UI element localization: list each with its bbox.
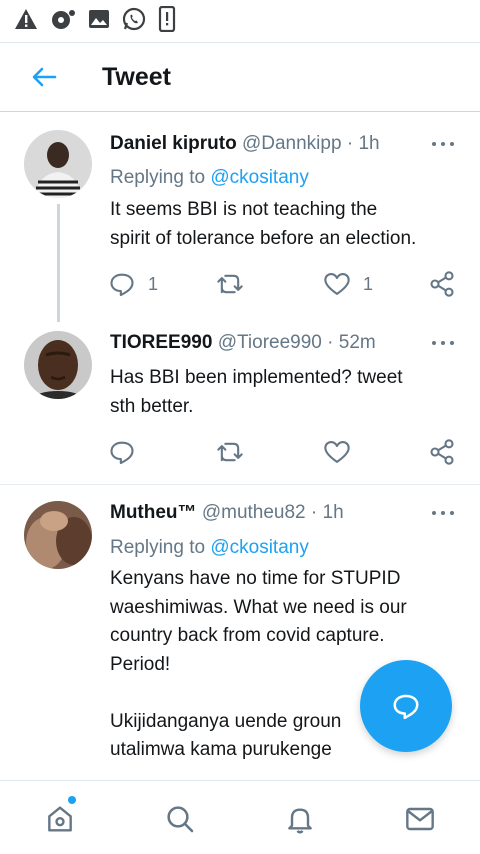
- separator: ·: [346, 133, 354, 154]
- tweet-line: sth better.: [110, 395, 194, 417]
- display-name[interactable]: Mutheu™: [110, 502, 197, 523]
- phone-alert-icon: [158, 6, 176, 32]
- replying-to: Replying to @ckositany: [110, 167, 309, 189]
- separator: ·: [310, 502, 318, 523]
- replying-to-label: Replying to: [110, 167, 206, 188]
- messages-icon: [406, 807, 434, 831]
- reply-icon: [110, 273, 134, 297]
- display-name[interactable]: TIOREE990: [110, 332, 212, 353]
- replying-to-mention[interactable]: @ckositany: [210, 167, 309, 188]
- tweet-1[interactable]: Daniel kipruto @Dannkipp · 1h Replying t…: [0, 112, 480, 324]
- tweet-text: Has BBI been implemented? tweet sth bett…: [110, 364, 460, 421]
- replying-to: Replying to @ckositany: [110, 537, 309, 559]
- notifications-icon: [288, 808, 312, 834]
- timestamp: 1h: [358, 133, 380, 154]
- user-handle[interactable]: @Tioree990: [218, 332, 322, 353]
- avatar[interactable]: [24, 331, 92, 399]
- app-header: Tweet: [0, 42, 480, 112]
- search-icon: [167, 806, 194, 833]
- tweet-line: spirit of tolerance before an election.: [110, 227, 417, 249]
- retweet-button[interactable]: [216, 269, 244, 299]
- arrow-left-icon: [32, 67, 57, 87]
- share-icon: [430, 439, 454, 465]
- back-button[interactable]: [14, 47, 74, 107]
- thread-connector: [57, 204, 60, 322]
- tweet-actions: 1 1: [108, 269, 458, 299]
- share-button[interactable]: [428, 269, 456, 299]
- replying-to-label: Replying to: [110, 537, 206, 558]
- tweet-line: It seems BBI is not teaching the: [110, 199, 378, 220]
- dnd-mode-icon: [52, 10, 75, 29]
- heart-icon: [324, 273, 350, 295]
- reply-button[interactable]: 1: [108, 269, 158, 299]
- display-name[interactable]: Daniel kipruto: [110, 133, 237, 154]
- tweet-actions: [108, 437, 458, 467]
- retweet-icon: [217, 274, 243, 294]
- tweet-line: Has BBI been implemented? tweet: [110, 367, 403, 388]
- bottom-nav: [0, 780, 480, 854]
- gallery-icon: [89, 10, 109, 28]
- nav-home[interactable]: [40, 799, 80, 839]
- replying-to-mention[interactable]: @ckositany: [210, 537, 309, 558]
- page-title: Tweet: [102, 62, 171, 91]
- like-button[interactable]: [323, 437, 351, 467]
- user-handle[interactable]: @Dannkipp: [242, 133, 342, 154]
- reply-button[interactable]: [108, 437, 136, 467]
- reply-count: 1: [148, 273, 159, 294]
- retweet-icon: [217, 442, 243, 462]
- tweet-line: country back from covid capture.: [110, 625, 385, 646]
- home-icon: [48, 806, 72, 832]
- heart-icon: [324, 441, 350, 463]
- tweet-line: waeshimiwas. What we need is our: [110, 596, 407, 618]
- warning-icon: [15, 9, 37, 29]
- tweet-header: Mutheu™ @mutheu82 · 1h: [110, 502, 344, 524]
- tweet-header: TIOREE990 @Tioree990 · 52m: [110, 332, 376, 354]
- status-bar: [0, 0, 480, 38]
- nav-notifications[interactable]: [280, 799, 320, 839]
- share-button[interactable]: [428, 437, 456, 467]
- timestamp: 1h: [322, 502, 344, 523]
- timestamp: 52m: [338, 332, 376, 353]
- share-icon: [430, 271, 454, 297]
- reply-icon: [110, 441, 134, 465]
- avatar[interactable]: [24, 501, 92, 569]
- more-options-icon[interactable]: [428, 333, 458, 353]
- more-options-icon[interactable]: [428, 503, 458, 523]
- reply-bubble-icon: [393, 694, 419, 720]
- compose-reply-button[interactable]: [360, 660, 452, 752]
- whatsapp-icon: [122, 7, 146, 31]
- retweet-button[interactable]: [216, 437, 244, 467]
- nav-search[interactable]: [160, 799, 200, 839]
- separator: ·: [327, 332, 334, 353]
- home-notification-dot: [68, 796, 76, 804]
- user-handle[interactable]: @mutheu82: [202, 502, 306, 523]
- tweet-2[interactable]: TIOREE990 @Tioree990 · 52m Has BBI been …: [0, 324, 480, 484]
- tweet-header: Daniel kipruto @Dannkipp · 1h: [110, 133, 380, 155]
- tweet-line: Kenyans have no time for STUPID: [110, 568, 401, 589]
- nav-messages[interactable]: [400, 799, 440, 839]
- more-options-icon[interactable]: [428, 134, 458, 154]
- avatar[interactable]: [24, 130, 92, 198]
- tweet-text: It seems BBI is not teaching the spirit …: [110, 196, 460, 253]
- like-count: 1: [363, 273, 374, 294]
- like-button[interactable]: 1: [323, 269, 373, 299]
